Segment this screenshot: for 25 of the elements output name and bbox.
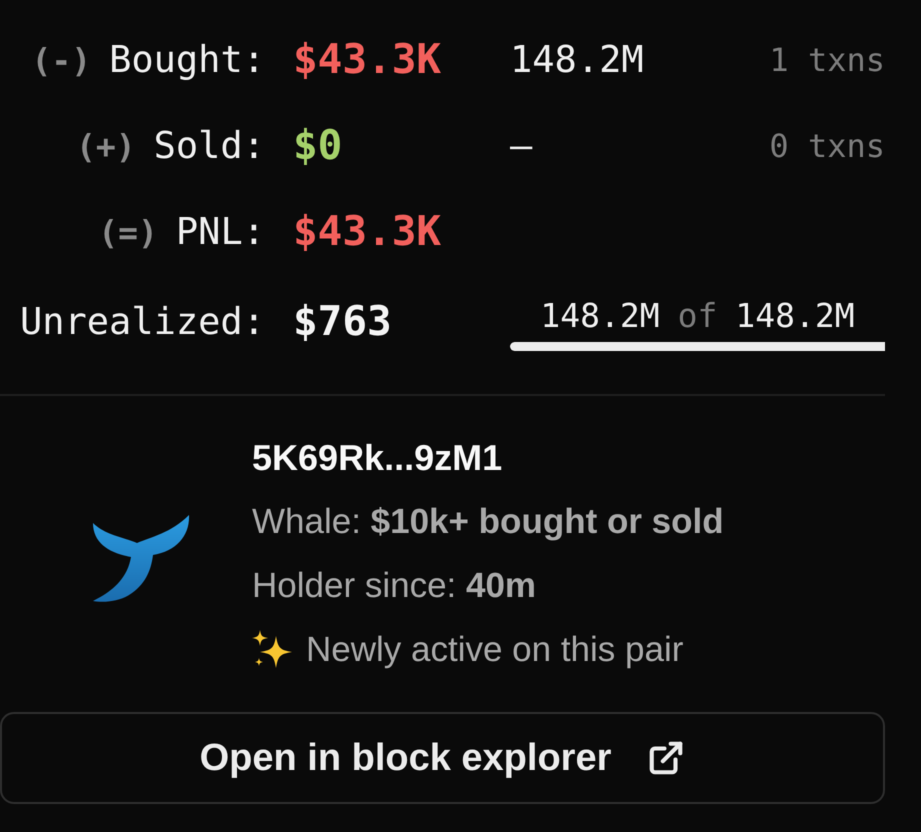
sign-text: (+) (76, 126, 136, 168)
value-text: $763 (293, 296, 393, 348)
of-text: of (678, 296, 718, 336)
total-amount: 148.2M (735, 296, 855, 336)
txn-count: 1 txns (769, 41, 885, 79)
row-label: Bought: (109, 37, 265, 84)
whale-tail-icon (91, 513, 191, 603)
row-label: PNL: (176, 209, 265, 256)
row-label: Sold: (154, 123, 265, 170)
value-text: $0 (293, 120, 344, 172)
held-amount: 148.2M (540, 296, 660, 336)
external-link-icon (647, 739, 686, 777)
detail-text: Holder since: 40m (252, 565, 538, 607)
value-text: $43.3K (293, 34, 442, 86)
wallet-address: 5K69Rk...9zM1 (252, 436, 504, 480)
block-explorer-button[interactable]: Open in block explorer (0, 712, 885, 804)
detail-text: Whale: $10k+ bought or sold (252, 501, 724, 543)
sign-text: (=) (98, 212, 158, 254)
value-text: $43.3K (293, 206, 442, 258)
txn-count: 0 txns (769, 127, 885, 165)
detail-text: Newly active on this pair (306, 628, 684, 671)
row-label: Unrealized: (20, 299, 265, 346)
sign-text: (-) (31, 40, 92, 82)
amount-text: 148.2M (510, 38, 644, 82)
amount-text: – (510, 124, 532, 168)
